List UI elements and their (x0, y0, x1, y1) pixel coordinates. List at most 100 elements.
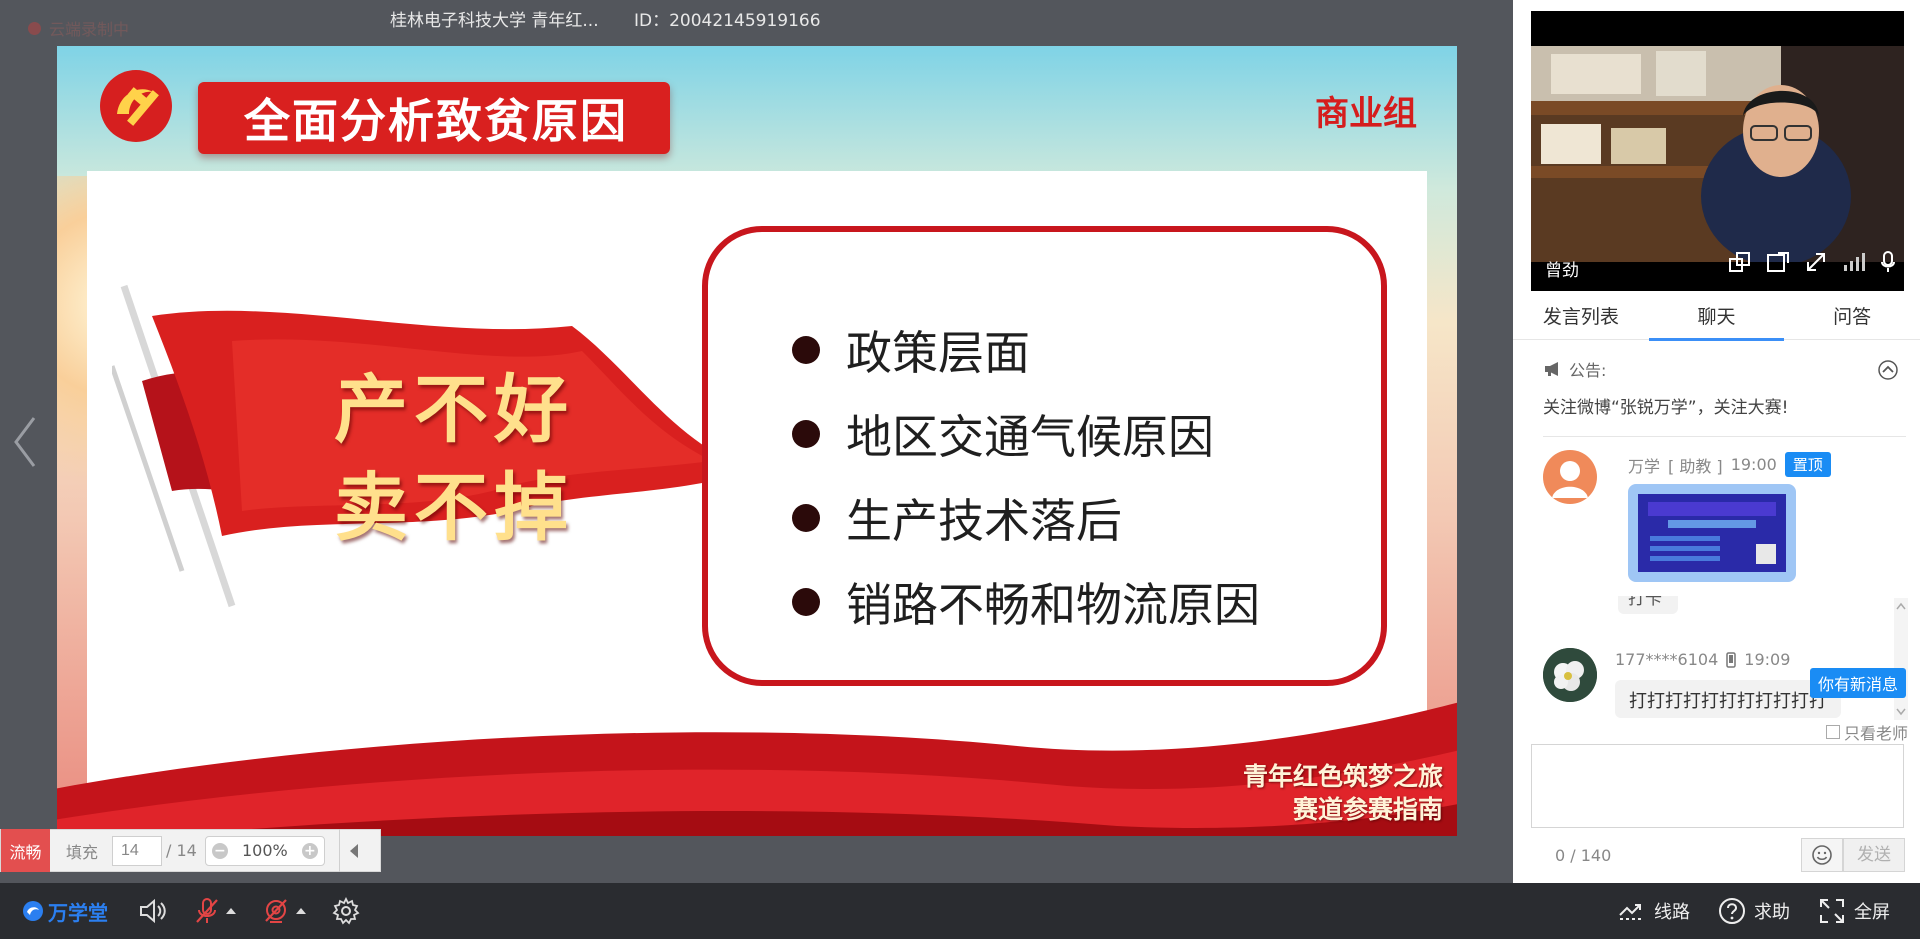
mic-options-caret-icon[interactable] (226, 908, 236, 914)
reason-item: 政策层面 (792, 308, 1260, 392)
message-bubble: 打打打打打打打打打打打 (1615, 680, 1841, 718)
page-total: / 14 (166, 841, 197, 860)
bottom-right-controls: 线路 求助 全屏 (1618, 883, 1890, 939)
fill-mode-button[interactable]: 填充 (66, 839, 98, 863)
megaphone-icon (1545, 362, 1558, 376)
tab-speaker-list[interactable]: 发言列表 (1513, 300, 1649, 339)
reason-text: 政策层面 (846, 326, 1030, 380)
notice-text: 关注微博“张锐万学”，关注大赛! (1543, 398, 1789, 418)
reason-text: 生产技术落后 (846, 494, 1122, 548)
message-time: 19:00 (1730, 455, 1777, 474)
notice-collapse-icon[interactable] (1878, 360, 1898, 380)
microphone-muted-icon[interactable] (194, 897, 220, 925)
fullscreen-button[interactable]: 全屏 (1818, 897, 1890, 925)
route-icon (1619, 904, 1644, 920)
previous-slide-arrow-icon[interactable] (8, 412, 44, 472)
flag-slogan-line2: 卖不掉 (334, 465, 574, 551)
room-id: ID：20042145919166 (634, 11, 821, 31)
mic-control[interactable] (194, 897, 236, 925)
zoom-in-icon[interactable]: + (301, 842, 318, 859)
reason-text: 地区交通气候原因 (846, 410, 1214, 464)
message-role: [ 助教 ] (1668, 456, 1723, 476)
video-controls (1728, 251, 1896, 273)
char-counter: 0 / 140 (1555, 846, 1612, 865)
pinned-message: 万学 [ 助教 ] 19:00 置顶 (1543, 450, 1903, 588)
fullscreen-label: 全屏 (1854, 902, 1890, 923)
image-message[interactable] (1628, 484, 1796, 582)
zoom-out-icon[interactable]: − (211, 842, 228, 859)
chat-message-list[interactable]: 打卡 177****6104 19:09 打打打打打打打打打打打 (1513, 596, 1920, 721)
pinned-badge: 置顶 (1784, 452, 1831, 477)
message-time: 19:09 (1744, 650, 1791, 669)
notice-header: 公告: (1543, 357, 1606, 381)
chat-input[interactable] (1531, 744, 1904, 828)
flower-avatar-icon (1543, 648, 1597, 702)
settings-control[interactable] (332, 897, 360, 925)
reason-item: 地区交通气候原因 (792, 392, 1260, 476)
mobile-icon (1726, 651, 1737, 668)
camera-off-icon[interactable] (262, 897, 290, 925)
tab-qa[interactable]: 问答 (1784, 300, 1920, 339)
slide-footer-line1: 青年红色筑梦之旅 (1242, 762, 1443, 791)
bullet-icon (792, 420, 820, 448)
right-panel: 曾劲 发言列表 聊天 问答 公告: 关注微博“张锐万学”，关注大赛! 万学 [ … (1513, 0, 1920, 883)
quality-smooth-button[interactable]: 流畅 (1, 829, 50, 872)
recording-label: 云端录制中 (49, 20, 130, 39)
zoom-level: 100% (241, 841, 288, 860)
collapse-toolbar-button[interactable] (338, 829, 369, 872)
camera-control[interactable] (262, 897, 306, 925)
new-message-badge[interactable]: 你有新消息 (1809, 668, 1906, 698)
brand-icon (23, 901, 43, 921)
help-label: 求助 (1754, 902, 1790, 923)
speaker-control[interactable] (138, 898, 168, 924)
slide-footer-line2: 赛道参赛指南 (1292, 795, 1443, 824)
speaker-icon[interactable] (138, 898, 168, 924)
message-user: 万学 (1628, 456, 1661, 476)
notice-divider (1543, 436, 1906, 437)
slide-title: 全面分析致贫原因 (244, 94, 628, 148)
message-meta: 万学 [ 助教 ] 19:00 置顶 (1628, 452, 1831, 477)
bullet-icon (792, 336, 820, 364)
flag-slogan-line1: 产不好 (334, 367, 574, 453)
teacher-video[interactable]: 曾劲 (1531, 11, 1904, 291)
bullet-icon (792, 504, 820, 532)
microphone-icon[interactable] (1880, 251, 1896, 273)
help-icon (1719, 898, 1745, 924)
slide-toolbar: 流畅 填充 / 14 − 100% + (0, 829, 381, 872)
brand-name: 万学堂 (48, 900, 108, 925)
slide-title-box: 全面分析致贫原因 (198, 82, 670, 154)
avatar (1543, 648, 1597, 702)
route-button[interactable]: 线路 (1618, 898, 1690, 924)
popout-icon[interactable] (1766, 251, 1790, 273)
bullet-icon (792, 588, 820, 616)
flag-slogan: 产不好 卖不掉 (334, 361, 574, 557)
tab-chat[interactable]: 聊天 (1648, 300, 1785, 341)
help-button[interactable]: 求助 (1718, 897, 1790, 925)
slide-group-label: 商业组 (1315, 94, 1417, 134)
camera-options-caret-icon[interactable] (296, 908, 306, 914)
page-number-input[interactable] (112, 835, 163, 866)
reason-item: 生产技术落后 (792, 476, 1260, 560)
panel-tabs: 发言列表 聊天 问答 (1513, 300, 1920, 341)
brand-logo: 万学堂 (22, 897, 108, 926)
chat-scrollbar[interactable] (1894, 598, 1908, 720)
room-title: 桂林电子科技大学 青年红... (390, 11, 599, 31)
emoji-button[interactable] (1801, 838, 1843, 872)
expand-icon[interactable] (1804, 251, 1828, 273)
smiley-icon (1812, 845, 1832, 865)
user-avatar-icon (1552, 461, 1588, 498)
caret-left-icon (350, 843, 359, 858)
presentation-slide: 全面分析致贫原因 商业组 产不好 卖不掉 政策层面 地区交通气候原因 生产技术落… (57, 46, 1457, 836)
switch-view-icon[interactable] (1728, 251, 1752, 273)
poster-thumbnail (1638, 494, 1786, 572)
send-button[interactable]: 发送 (1843, 838, 1905, 872)
zoom-control: − 100% + (204, 835, 325, 866)
gear-icon[interactable] (332, 897, 360, 925)
teacher-only-toggle[interactable]: 只看老师 (1825, 720, 1908, 744)
teacher-only-checkbox[interactable] (1825, 725, 1840, 739)
teacher-only-label: 只看老师 (1843, 724, 1908, 743)
reason-item: 销路不畅和物流原因 (792, 560, 1260, 644)
fullscreen-icon (1820, 899, 1844, 923)
record-dot-icon (28, 21, 41, 35)
signal-icon (1844, 253, 1865, 271)
